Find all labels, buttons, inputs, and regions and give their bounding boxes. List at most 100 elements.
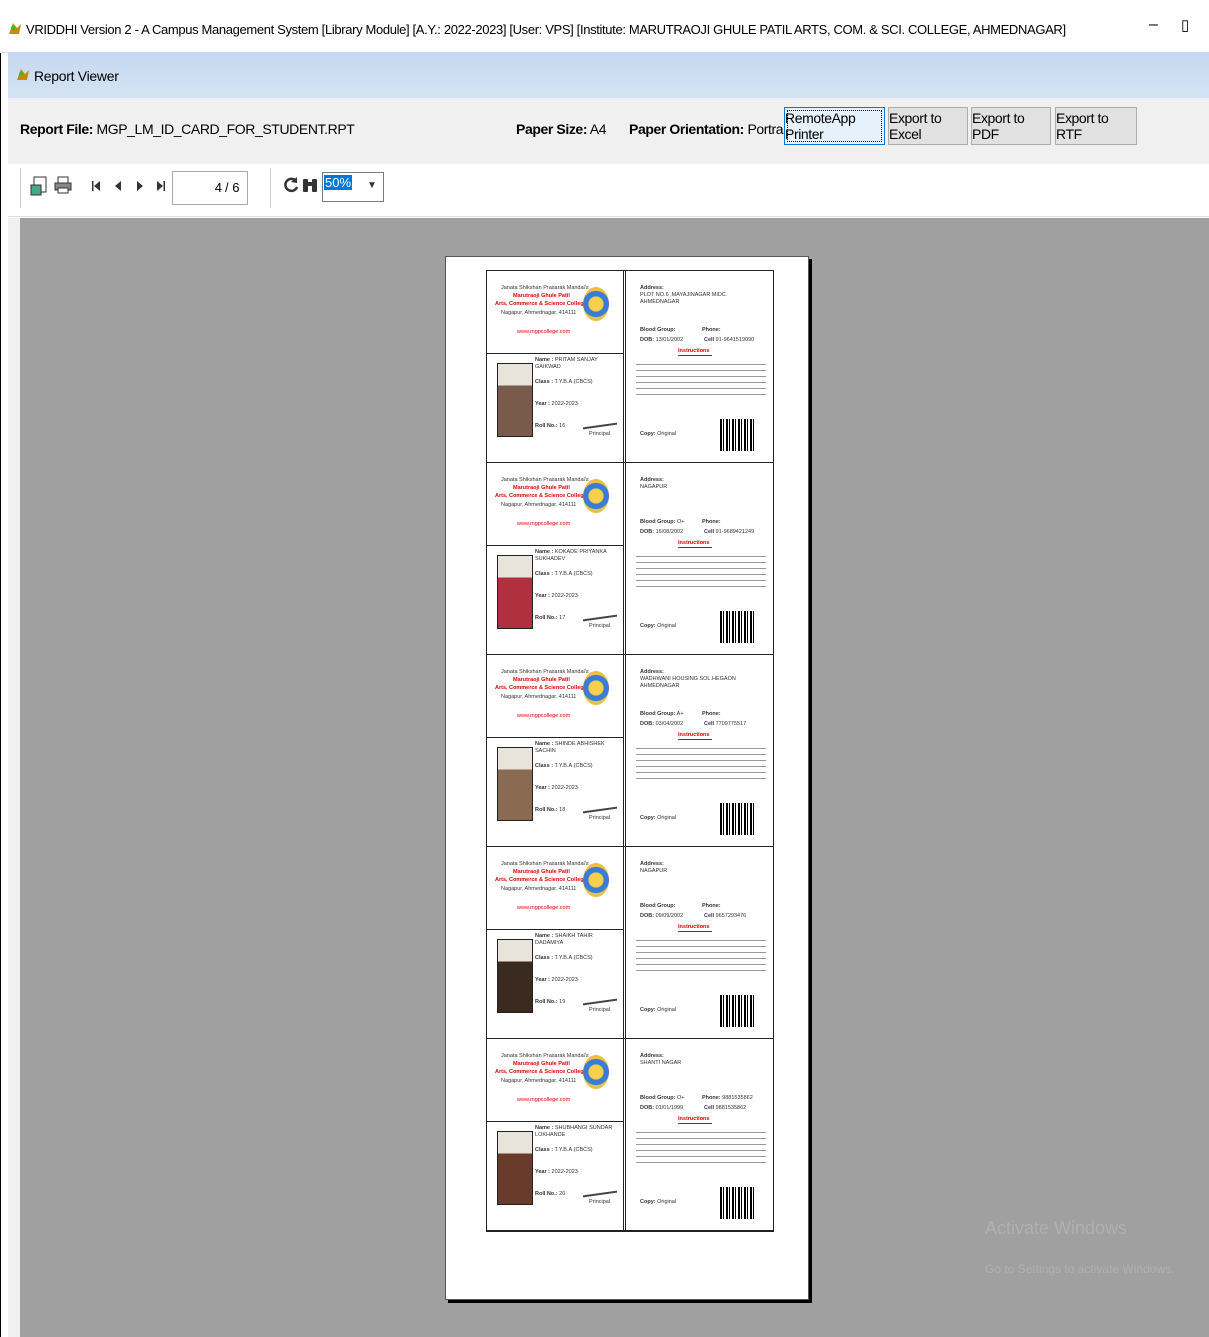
card-front: Janata Shikshan Prasarak Mandal's Marutr… [487, 847, 624, 1038]
next-page-icon[interactable] [136, 179, 144, 195]
report-viewer-icon [16, 68, 30, 86]
org-line4: Nagapur, Ahmednagar. 414111 [501, 502, 577, 508]
paper-orientation-info: Paper Orientation: Portrait [629, 121, 790, 137]
principal-signature [583, 796, 617, 814]
student-class: T.Y.B.A.(CBCS) [554, 955, 593, 961]
phone-label: Phone: [702, 1095, 721, 1101]
card-front: Janata Shikshan Prasarak Mandal's Marutr… [487, 271, 624, 462]
student-photo [497, 363, 533, 437]
export-pdf-button[interactable]: Export to PDF [971, 107, 1051, 145]
year-label: Year : [535, 593, 550, 599]
cell-value: 9657293476 [715, 913, 747, 919]
college-logo-icon [583, 479, 609, 513]
cell-label: Cell [704, 721, 715, 727]
college-logo-icon [583, 671, 609, 705]
student-class: T.Y.B.A.(CBCS) [554, 571, 593, 577]
instructions-text-block [636, 359, 766, 399]
org-line4: Nagapur, Ahmednagar. 414111 [501, 310, 577, 316]
id-card-list: Janata Shikshan Prasarak Mandal's Marutr… [486, 270, 774, 1232]
first-page-icon[interactable] [91, 179, 101, 195]
copy-label: Copy: [640, 815, 656, 821]
prev-page-icon[interactable] [114, 179, 122, 195]
copy-value: Original [657, 431, 677, 437]
export-icon[interactable] [30, 176, 48, 199]
student-year: 2022-2023 [551, 593, 578, 599]
blood-group: O+ [676, 519, 685, 525]
window-title: VRIDDHI Version 2 - A Campus Management … [26, 22, 1066, 37]
dob-value: 01/01/1999 [655, 1105, 684, 1111]
paper-size-label: Paper Size: [516, 121, 588, 137]
dob-label: DOB: [640, 721, 655, 727]
instructions-text-block [636, 1127, 766, 1167]
org-line2: Marutraoji Ghule Patil [513, 485, 570, 491]
cell-value: 9881535862 [715, 1105, 747, 1111]
name-label: Name : [535, 549, 554, 555]
id-card: Janata Shikshan Prasarak Mandal's Marutr… [487, 463, 773, 655]
instructions-heading: Instructions [678, 924, 712, 932]
student-class: T.Y.B.A.(CBCS) [554, 1147, 593, 1153]
college-logo-icon [583, 863, 609, 897]
current-page: 4 [214, 180, 222, 195]
blood-label: Blood Group: [640, 519, 676, 525]
copy-value: Original [657, 623, 677, 629]
barcode [720, 419, 756, 451]
instructions-heading: Instructions [678, 732, 712, 740]
phone-label: Phone: [702, 711, 721, 717]
minimize-button[interactable]: – [1149, 16, 1158, 34]
student-roll: 19 [559, 999, 566, 1005]
copy-value: Original [657, 815, 677, 821]
org-line1: Janata Shikshan Prasarak Mandal's [501, 285, 589, 291]
year-label: Year : [535, 977, 550, 983]
blood-group: A+ [676, 711, 684, 717]
instructions-text-block [636, 743, 766, 783]
blood-label: Blood Group: [640, 711, 676, 717]
dob-label: DOB: [640, 337, 655, 343]
card-header: Janata Shikshan Prasarak Mandal's Marutr… [487, 1039, 623, 1122]
org-line4: Nagapur, Ahmednagar. 414111 [501, 1078, 577, 1084]
cell-value: 91-9641519090 [715, 337, 755, 343]
website: www.mgpcollege.com [517, 521, 571, 527]
principal-label: Principal [589, 1199, 611, 1205]
cell-label: Cell [704, 337, 715, 343]
id-card: Janata Shikshan Prasarak Mandal's Marutr… [487, 1039, 773, 1231]
class-label: Class : [535, 1147, 554, 1153]
name-label: Name : [535, 1125, 554, 1131]
chevron-down-icon[interactable]: ▼ [367, 180, 377, 191]
barcode [720, 803, 756, 835]
dob-value: 09/09/2002 [655, 913, 684, 919]
remoteapp-printer-button[interactable]: RemoteApp Printer [784, 107, 885, 145]
restore-button[interactable]: ▯ [1181, 16, 1189, 34]
report-file-label: Report File: [20, 121, 93, 137]
copy-label: Copy: [640, 1007, 656, 1013]
principal-label: Principal [589, 815, 611, 821]
dob-label: DOB: [640, 1105, 655, 1111]
report-viewer-titlebar [8, 52, 1209, 98]
last-page-icon[interactable] [156, 179, 166, 195]
print-icon[interactable] [54, 176, 72, 197]
address-label: Address: [640, 669, 664, 675]
class-label: Class : [535, 571, 554, 577]
refresh-icon[interactable] [282, 176, 300, 197]
instructions-heading: Instructions [678, 348, 712, 356]
blood-group: O+ [676, 1095, 685, 1101]
org-line2: Marutraoji Ghule Patil [513, 293, 570, 299]
export-excel-button[interactable]: Export to Excel [888, 107, 968, 145]
barcode [720, 1187, 756, 1219]
copy-label: Copy: [640, 431, 656, 437]
export-rtf-button[interactable]: Export to RTF [1055, 107, 1137, 145]
website: www.mgpcollege.com [517, 905, 571, 911]
student-year: 2022-2023 [551, 1169, 578, 1175]
student-address: WADHWANI HOUSING SOL.HEGAON AHMEDNAGAR [640, 676, 736, 689]
org-line3: Arts, Commerce & Science College [495, 301, 587, 307]
app-logo-icon [8, 22, 22, 40]
address-label: Address: [640, 861, 664, 867]
total-pages: / 6 [225, 180, 240, 195]
class-label: Class : [535, 379, 554, 385]
student-class: T.Y.B.A.(CBCS) [554, 763, 593, 769]
search-icon[interactable] [302, 176, 318, 197]
year-label: Year : [535, 1169, 550, 1175]
phone-label: Phone: [702, 519, 721, 525]
copy-label: Copy: [640, 1199, 656, 1205]
activate-windows-watermark: Activate Windows [985, 1218, 1128, 1238]
blood-label: Blood Group: [640, 903, 676, 909]
